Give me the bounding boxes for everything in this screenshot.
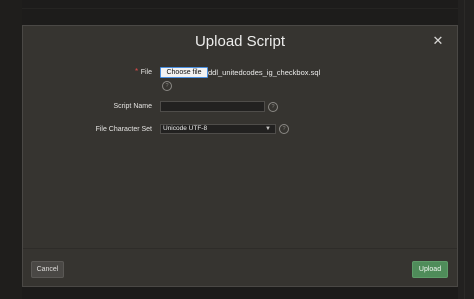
file-label: File: [140, 69, 152, 76]
backdrop-right: [458, 0, 474, 299]
backdrop-divider: [0, 8, 474, 9]
footer-divider: [23, 248, 457, 249]
charset-selected-value: Unicode UTF-8: [163, 125, 208, 132]
cancel-button[interactable]: Cancel: [31, 261, 64, 278]
chevron-down-icon: ▼: [265, 126, 271, 132]
charset-select[interactable]: Unicode UTF-8 ▼: [160, 124, 276, 134]
upload-button[interactable]: Upload: [412, 261, 448, 278]
help-icon[interactable]: ?: [279, 124, 289, 134]
choose-file-button[interactable]: Choose file: [160, 67, 208, 78]
selected-file-name: ddl_unitedcodes_ig_checkbox.sql: [208, 68, 321, 77]
backdrop-divider: [464, 0, 465, 299]
close-icon[interactable]: ✕: [431, 34, 445, 48]
help-icon[interactable]: ?: [162, 81, 172, 91]
script-name-input[interactable]: [160, 101, 265, 112]
backdrop-left: [0, 0, 22, 299]
help-icon[interactable]: ?: [268, 102, 278, 112]
charset-label: File Character Set: [95, 126, 152, 133]
backdrop-top: [0, 0, 474, 26]
upload-script-dialog: Upload Script ✕ * File Choose file ddl_u…: [22, 25, 458, 287]
dialog-title: Upload Script: [194, 33, 286, 50]
script-name-label: Script Name: [113, 103, 152, 110]
